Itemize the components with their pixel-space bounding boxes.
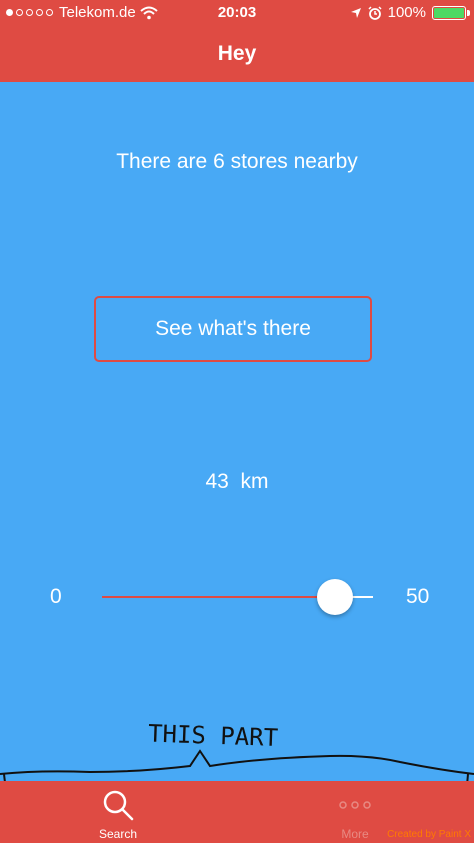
alarm-icon	[368, 5, 382, 20]
more-dots-icon	[339, 801, 371, 809]
stores-nearby-text: There are 6 stores nearby	[116, 150, 358, 173]
tab-more-label: More	[341, 827, 369, 841]
see-whats-there-button[interactable]: See what's there	[94, 296, 372, 362]
battery-icon	[432, 5, 470, 20]
location-arrow-icon	[350, 7, 361, 18]
tab-bar: Search More Created by Paint X	[0, 781, 474, 843]
tab-search-label: Search	[98, 827, 138, 841]
slider-thumb[interactable]	[317, 579, 354, 615]
tab-more[interactable]: More	[315, 781, 395, 843]
search-icon	[103, 790, 134, 821]
distance-value: 43 km	[205, 470, 269, 493]
page-title: Hey	[217, 42, 257, 65]
battery-percent: 100%	[387, 4, 426, 21]
slider-min-label: 0	[50, 585, 62, 608]
navigation-bar: Hey	[0, 26, 474, 82]
tab-search[interactable]: Search	[78, 781, 158, 843]
status-bar: Telekom.de 20:03 100%	[0, 0, 474, 26]
slider-max-label: 50	[406, 585, 430, 608]
annotation-text: THIS PART	[148, 719, 279, 752]
status-right: 100%	[350, 4, 470, 21]
slider-fill	[102, 596, 336, 598]
watermark-text: Created by Paint X	[387, 829, 471, 840]
